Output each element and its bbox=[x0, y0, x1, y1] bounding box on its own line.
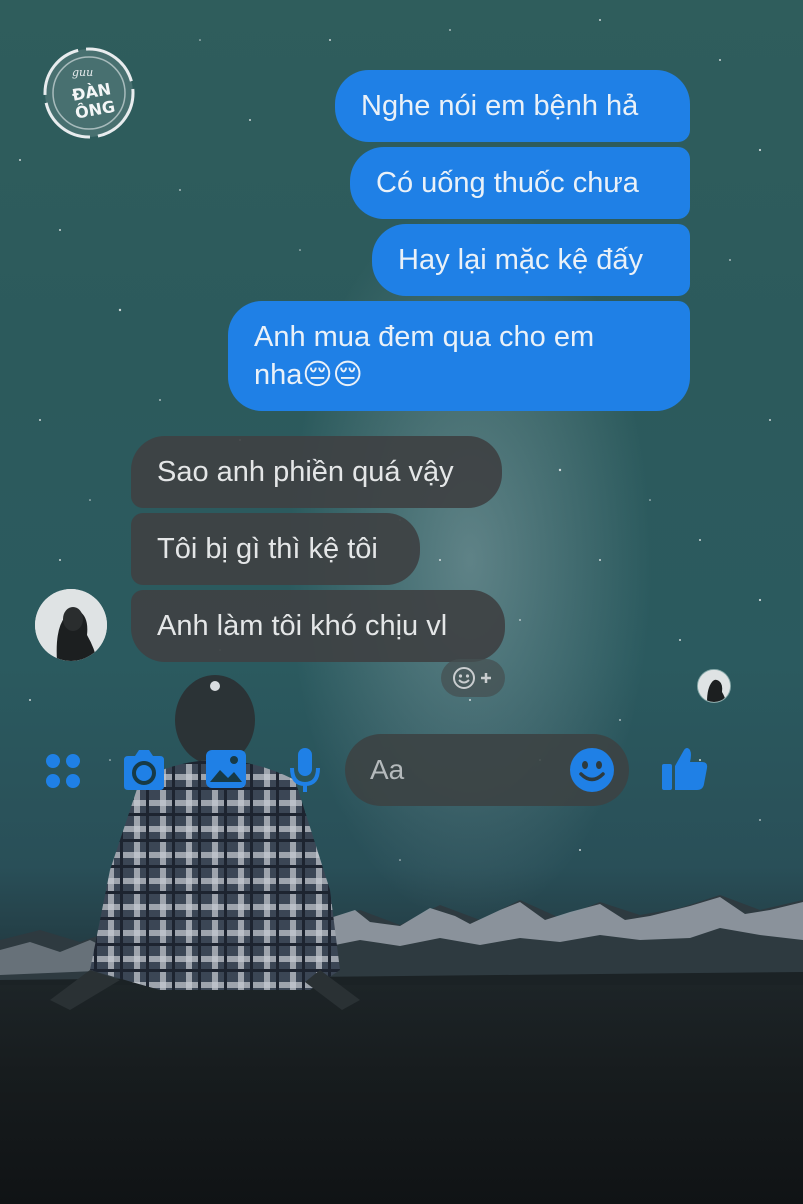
camera-button[interactable] bbox=[120, 748, 168, 792]
emoji-button[interactable] bbox=[569, 747, 615, 793]
outgoing-message[interactable]: Có uống thuốc chưa bbox=[350, 147, 690, 219]
brand-logo: guu ĐÀN ÔNG bbox=[42, 46, 136, 140]
person-silhouette bbox=[50, 675, 360, 1010]
add-reaction-icon bbox=[453, 667, 491, 689]
incoming-message[interactable]: Tôi bị gì thì kệ tôi bbox=[131, 513, 420, 585]
logo-text-small: guu bbox=[72, 66, 93, 79]
microphone-icon bbox=[290, 748, 320, 792]
message-line: Anh mua đem qua cho em bbox=[254, 321, 595, 353]
add-reaction-button[interactable] bbox=[441, 659, 505, 697]
outgoing-message[interactable]: Anh mua đem qua cho em nha😔😔 bbox=[228, 301, 690, 411]
camera-icon bbox=[124, 750, 164, 790]
incoming-message[interactable]: Anh làm tôi khó chịu vl bbox=[131, 590, 505, 662]
four-dots-icon bbox=[46, 754, 80, 788]
message-input-placeholder: Aa bbox=[370, 754, 405, 785]
outgoing-message[interactable]: Nghe nói em bệnh hả bbox=[335, 70, 690, 142]
gallery-button[interactable] bbox=[204, 748, 248, 790]
smiley-icon bbox=[570, 748, 614, 792]
image-icon bbox=[206, 750, 246, 788]
voice-message-button[interactable] bbox=[288, 746, 322, 794]
message-input[interactable]: Aa bbox=[345, 734, 629, 806]
incoming-message[interactable]: Sao anh phiền quá vậy bbox=[131, 436, 502, 508]
like-button[interactable] bbox=[660, 744, 710, 794]
message-line: nha😔😔 bbox=[254, 359, 363, 391]
thumbs-up-icon bbox=[662, 748, 708, 790]
outgoing-message[interactable]: Hay lại mặc kệ đấy bbox=[372, 224, 690, 296]
seen-receipt-avatar bbox=[697, 669, 731, 703]
more-options-button[interactable] bbox=[44, 752, 82, 790]
contact-avatar[interactable] bbox=[35, 589, 107, 661]
